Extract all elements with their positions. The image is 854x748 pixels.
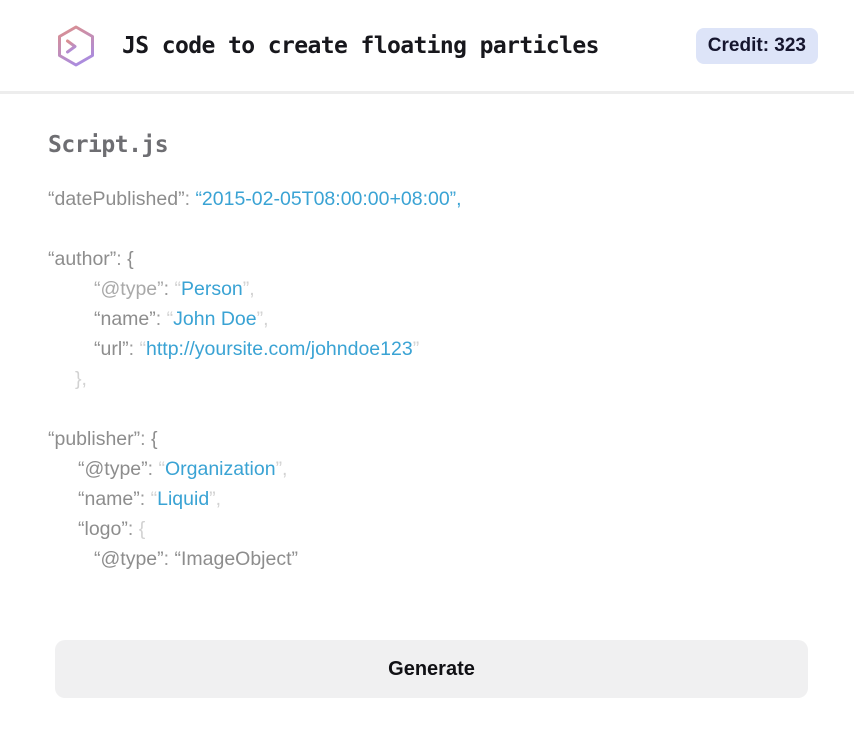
- terminal-prompt-hexagon-icon: [52, 22, 100, 70]
- code-token-punc: :: [163, 278, 175, 300]
- code-line: “logo”: {: [48, 514, 806, 544]
- code-line: “author”: {: [48, 244, 806, 274]
- code-token-key: “publisher”: [48, 428, 141, 450]
- code-token-value: http://yoursite.com/johndoe123: [146, 338, 413, 360]
- code-line: “datePublished”: “2015-02-05T08:00:00+08…: [48, 184, 806, 214]
- app-window: JS code to create floating particles Cre…: [0, 0, 854, 748]
- code-token-key: “datePublished”: [48, 188, 185, 210]
- code-token-punc: :: [184, 188, 196, 210]
- code-token-quote: ”: [412, 338, 420, 360]
- code-token-key-light: “@type”: [94, 278, 164, 300]
- code-token-punc: :: [155, 308, 167, 330]
- code-token-key: “ImageObject”: [174, 548, 299, 570]
- main-content: Script.js “datePublished”: “2015-02-05T0…: [0, 132, 854, 698]
- generate-button[interactable]: Generate: [55, 640, 808, 698]
- code-line: “name”: “Liquid”,: [48, 484, 806, 514]
- code-token-punc: :: [140, 428, 151, 450]
- code-token-key: “name”: [94, 308, 156, 330]
- code-token-key: “url”: [94, 338, 129, 360]
- code-token-brace-light: },: [75, 368, 87, 390]
- filename-label: Script.js: [48, 132, 169, 158]
- code-token-punc: :: [147, 458, 159, 480]
- code-token-brace: {: [150, 428, 158, 450]
- code-token-punc: :: [127, 518, 139, 540]
- code-token-value: Person: [180, 278, 243, 300]
- code-token-punc: :: [163, 548, 175, 570]
- page-title: JS code to create floating particles: [122, 32, 600, 59]
- code-token-quote: ”,: [275, 458, 288, 480]
- code-token-key: “author”: [48, 248, 117, 270]
- code-token-quote: ”,: [256, 308, 269, 330]
- code-line: “@type”: “Organization”,: [48, 454, 806, 484]
- code-line: “@type”: “Person”,: [48, 274, 806, 304]
- code-block: “datePublished”: “2015-02-05T08:00:00+08…: [48, 184, 806, 574]
- code-token-punc: :: [116, 248, 128, 270]
- code-line: “publisher”: {: [48, 424, 806, 454]
- code-line: “name”: “John Doe”,: [48, 304, 806, 334]
- code-token-key: “@type”: [78, 458, 148, 480]
- code-token-quote: ”,: [209, 488, 222, 510]
- code-token-quote: ”,: [242, 278, 255, 300]
- code-token-key: “name”: [78, 488, 140, 510]
- code-token-punc: :: [139, 488, 151, 510]
- credit-badge: Credit: 323: [695, 27, 818, 64]
- code-token-value: “2015-02-05T08:00:00+08:00”,: [195, 188, 462, 210]
- code-token-brace: {: [127, 248, 134, 270]
- code-token-value: Organization: [164, 458, 276, 480]
- code-line: “url”: “http://yoursite.com/johndoe123”: [48, 334, 806, 364]
- code-token-key: “@type”: [94, 548, 164, 570]
- code-token-value: John Doe: [173, 308, 257, 330]
- code-token-punc: :: [128, 338, 140, 360]
- code-line: “@type”: “ImageObject”: [48, 544, 806, 574]
- code-token-key: “logo”: [78, 518, 128, 540]
- code-line: },: [48, 364, 806, 394]
- header: JS code to create floating particles Cre…: [0, 0, 854, 94]
- code-token-value: Liquid: [157, 488, 210, 510]
- code-token-brace-light: {: [138, 518, 146, 540]
